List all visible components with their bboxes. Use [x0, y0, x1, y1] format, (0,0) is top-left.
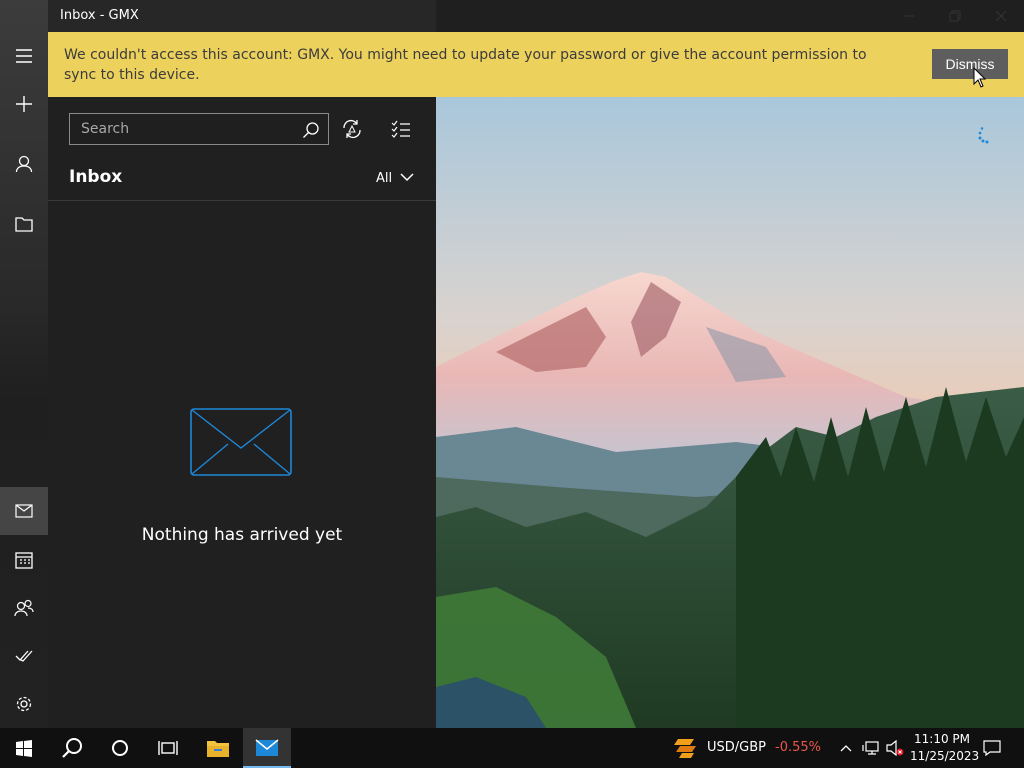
sync-icon — [343, 120, 361, 138]
window-title: Inbox - GMX — [60, 8, 139, 23]
mouse-cursor-icon — [973, 67, 987, 88]
loading-spinner-icon — [978, 127, 989, 144]
people-button[interactable] — [0, 584, 48, 632]
notifications-button[interactable] — [980, 728, 1004, 768]
calendar-icon — [15, 552, 33, 569]
hamburger-button[interactable] — [0, 32, 48, 80]
task-view-button[interactable] — [144, 728, 192, 768]
search-icon — [62, 738, 82, 758]
taskbar: USD/GBP -0.55% 11:10 PM 11/25/2023 — [0, 728, 1024, 768]
start-button[interactable] — [0, 728, 48, 768]
todo-button[interactable] — [0, 632, 48, 680]
cortana-button[interactable] — [96, 728, 144, 768]
dismiss-button[interactable]: Dismiss — [932, 49, 1008, 79]
gear-icon — [16, 696, 32, 712]
person-icon — [15, 155, 33, 173]
calendar-button[interactable] — [0, 536, 48, 584]
folders-button[interactable] — [0, 200, 48, 248]
search-input[interactable]: Search — [81, 121, 129, 137]
divider — [48, 200, 436, 201]
stocks-widget-button[interactable] — [672, 728, 700, 768]
network-icon — [862, 741, 879, 755]
task-view-icon — [158, 741, 178, 755]
minimize-icon — [904, 15, 914, 17]
people-icon — [14, 599, 34, 617]
show-hidden-icons-button[interactable] — [836, 728, 856, 768]
volume-button[interactable] — [884, 728, 906, 768]
folder-icon — [15, 217, 33, 232]
reading-pane-background — [436, 97, 1024, 728]
selection-mode-button[interactable] — [389, 117, 421, 141]
file-explorer-taskbar-button[interactable] — [194, 728, 242, 768]
mountain-landscape-image — [436, 97, 1024, 728]
new-mail-button[interactable] — [0, 80, 48, 128]
maximize-icon — [949, 10, 961, 22]
minimize-button[interactable] — [886, 0, 932, 32]
chevron-up-icon — [840, 745, 852, 752]
mail-taskbar-button[interactable] — [243, 728, 291, 768]
sync-button[interactable] — [340, 117, 372, 141]
search-box[interactable]: Search — [69, 113, 329, 145]
navigation-rail — [0, 0, 48, 728]
volume-muted-icon — [886, 740, 904, 756]
account-warning-banner: We couldn't access this account: GMX. Yo… — [48, 32, 1024, 97]
settings-button[interactable] — [0, 680, 48, 728]
plus-icon — [16, 96, 32, 112]
notification-icon — [983, 740, 1001, 756]
windows-icon — [16, 740, 32, 757]
file-explorer-icon — [207, 741, 229, 757]
currency-change[interactable]: -0.55% — [775, 740, 821, 755]
checkmark-icon — [15, 650, 33, 662]
empty-state-message: Nothing has arrived yet — [141, 525, 343, 545]
banner-message: We couldn't access this account: GMX. Yo… — [64, 47, 867, 83]
clock-time[interactable]: 11:10 PM — [914, 732, 970, 746]
mail-app-icon — [255, 739, 279, 756]
network-button[interactable] — [860, 728, 882, 768]
stocks-icon — [674, 739, 696, 758]
search-icon[interactable] — [302, 121, 320, 139]
currency-pair[interactable]: USD/GBP — [707, 740, 766, 755]
accounts-button[interactable] — [0, 140, 48, 188]
maximize-button[interactable] — [932, 0, 978, 32]
chevron-down-icon — [400, 173, 414, 182]
hamburger-icon — [16, 49, 32, 63]
filter-dropdown[interactable]: All — [374, 167, 420, 191]
title-bar: Inbox - GMX — [48, 0, 436, 32]
mail-icon — [15, 504, 33, 518]
close-icon — [995, 10, 1007, 22]
folder-title: Inbox — [69, 167, 123, 187]
filter-label: All — [376, 171, 393, 186]
envelope-icon — [190, 408, 292, 476]
cortana-icon — [112, 740, 128, 756]
clock-date[interactable]: 11/25/2023 — [910, 749, 979, 763]
search-taskbar-button[interactable] — [48, 728, 96, 768]
message-list-pane: Search Inbox All Nothing has arrived yet — [48, 97, 436, 728]
close-button[interactable] — [978, 0, 1024, 32]
mail-button[interactable] — [0, 487, 48, 535]
select-icon — [391, 120, 410, 138]
